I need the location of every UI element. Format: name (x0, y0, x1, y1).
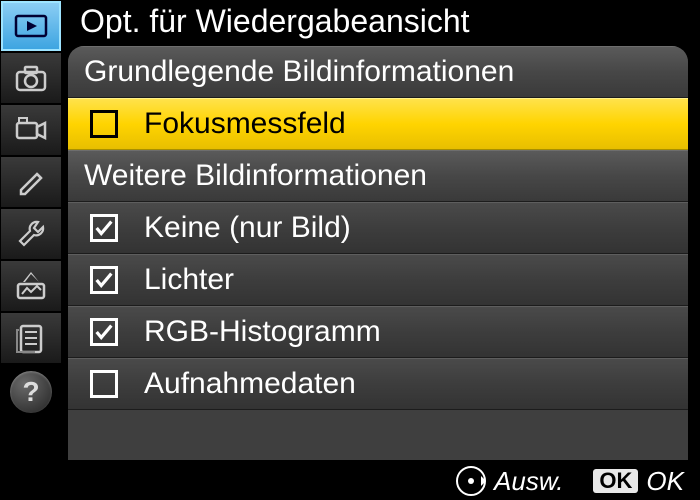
hint-ok: OK OK (593, 466, 684, 497)
sidebar-tab-playback[interactable] (0, 0, 62, 52)
sidebar-tab-setup[interactable] (0, 208, 62, 260)
hint-select: Ausw. (456, 466, 563, 497)
option-fokusmessfeld[interactable]: Fokusmessfeld (68, 98, 688, 150)
option-rgb-histogramm[interactable]: RGB-Histogramm (68, 306, 688, 358)
camera-icon (13, 60, 49, 96)
footer-hints: Ausw. OK OK (68, 462, 700, 500)
pencil-icon (13, 164, 49, 200)
option-lichter[interactable]: Lichter (68, 254, 688, 306)
section-header-additional: Weitere Bildinformationen (68, 150, 688, 202)
sidebar-tab-pencil[interactable] (0, 156, 62, 208)
sidebar: ? (0, 0, 62, 500)
sidebar-tab-video[interactable] (0, 104, 62, 156)
page-title: Opt. für Wiedergabeansicht (80, 0, 688, 46)
help-icon: ? (22, 376, 39, 408)
wrench-icon (13, 216, 49, 252)
sidebar-help-button[interactable]: ? (9, 370, 53, 414)
hint-select-label: Ausw. (494, 466, 563, 497)
mymenu-icon (13, 320, 49, 356)
option-label: Keine (nur Bild) (144, 211, 351, 245)
option-label: Lichter (144, 263, 234, 297)
option-label: Aufnahmedaten (144, 367, 356, 401)
sidebar-tab-retouch[interactable] (0, 260, 62, 312)
options-panel: Grundlegende Bildinformationen Fokusmess… (68, 46, 688, 460)
sidebar-tab-camera[interactable] (0, 52, 62, 104)
option-keine-nur-bild[interactable]: Keine (nur Bild) (68, 202, 688, 254)
option-aufnahmedaten[interactable]: Aufnahmedaten (68, 358, 688, 410)
checkbox (90, 266, 118, 294)
checkbox (90, 214, 118, 242)
video-icon (13, 112, 49, 148)
hint-ok-label: OK (646, 466, 684, 497)
checkbox (90, 110, 118, 138)
section-header-basic: Grundlegende Bildinformationen (68, 46, 688, 98)
sidebar-tab-mymenu[interactable] (0, 312, 62, 364)
checkbox (90, 370, 118, 398)
playback-icon (13, 8, 49, 44)
option-label: RGB-Histogramm (144, 315, 381, 349)
dpad-icon (456, 466, 486, 496)
checkbox (90, 318, 118, 346)
retouch-icon (13, 268, 49, 304)
ok-badge: OK (593, 469, 638, 493)
option-label: Fokusmessfeld (144, 107, 346, 141)
